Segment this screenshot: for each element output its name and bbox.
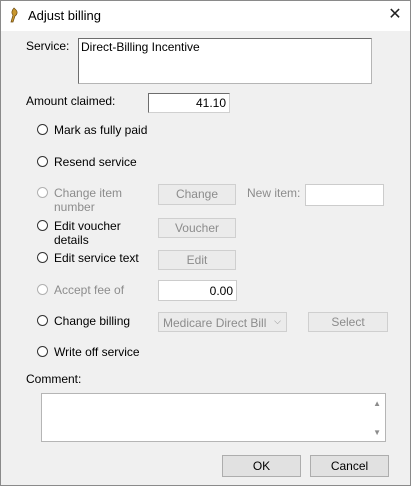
change-billing-label: Change billing: [54, 314, 131, 328]
resend-option[interactable]: Resend service: [37, 155, 147, 171]
chevron-down-icon: ⌵: [274, 316, 281, 326]
accept-fee-label: Accept fee of: [54, 283, 125, 297]
write-off-label: Write off service: [54, 345, 140, 359]
edit-text-button[interactable]: Edit: [158, 250, 236, 270]
change-billing-radio[interactable]: [37, 315, 48, 326]
edit-text-radio[interactable]: [37, 252, 48, 263]
window-title: Adjust billing: [28, 8, 101, 23]
accept-fee-radio[interactable]: [37, 284, 48, 295]
change-billing-option[interactable]: Change billing: [37, 314, 147, 330]
voucher-button[interactable]: Voucher: [158, 218, 236, 238]
change-item-label: Change item number: [54, 186, 123, 214]
accept-fee-value: 0.00: [209, 284, 233, 298]
mark-paid-label: Mark as fully paid: [54, 123, 148, 137]
amount-claimed-value: 41.10: [195, 96, 226, 110]
edit-voucher-radio[interactable]: [37, 220, 48, 231]
change-item-radio[interactable]: [37, 187, 48, 198]
cancel-button[interactable]: Cancel: [310, 455, 389, 477]
resend-radio[interactable]: [37, 156, 48, 167]
new-item-label: New item:: [247, 186, 301, 200]
mark-paid-option[interactable]: Mark as fully paid: [37, 123, 157, 139]
amount-claimed-label: Amount claimed:: [26, 94, 116, 108]
title-bar: Adjust billing ✕: [1, 1, 410, 31]
edit-voucher-option[interactable]: Edit voucher details: [37, 219, 157, 247]
amount-claimed-field: 41.10: [148, 93, 230, 113]
comment-textarea[interactable]: ▲ ▼: [41, 393, 386, 442]
select-billing-button[interactable]: Select: [308, 312, 388, 332]
new-item-field[interactable]: [305, 184, 384, 206]
edit-text-option[interactable]: Edit service text: [37, 251, 147, 267]
billing-type-value: Medicare Direct Bill: [163, 316, 267, 330]
service-label: Service:: [26, 39, 70, 53]
resend-label: Resend service: [54, 155, 137, 169]
service-text: Direct-Billing Incentive: [81, 40, 200, 54]
close-icon: ✕: [388, 6, 402, 23]
app-logo-icon: [10, 7, 18, 23]
comment-label: Comment:: [26, 372, 82, 386]
edit-voucher-label: Edit voucher details: [54, 219, 121, 247]
accept-fee-option[interactable]: Accept fee of: [37, 283, 137, 299]
write-off-radio[interactable]: [37, 346, 48, 357]
write-off-option[interactable]: Write off service: [37, 345, 147, 361]
accept-fee-field[interactable]: 0.00: [158, 280, 237, 301]
scroll-up-icon[interactable]: ▲: [373, 399, 381, 408]
scroll-down-icon[interactable]: ▼: [373, 428, 381, 437]
service-text-box: Direct-Billing Incentive: [78, 38, 372, 84]
edit-text-label: Edit service text: [54, 251, 139, 265]
ok-button[interactable]: OK: [222, 455, 301, 477]
adjust-billing-dialog: Adjust billing ✕ Service: Direct-Billing…: [0, 0, 411, 486]
close-button[interactable]: ✕: [380, 1, 410, 31]
change-item-button[interactable]: Change: [158, 184, 236, 205]
change-item-option[interactable]: Change item number: [37, 186, 155, 214]
billing-type-select[interactable]: Medicare Direct Bill ⌵: [158, 312, 287, 332]
mark-paid-radio[interactable]: [37, 124, 48, 135]
